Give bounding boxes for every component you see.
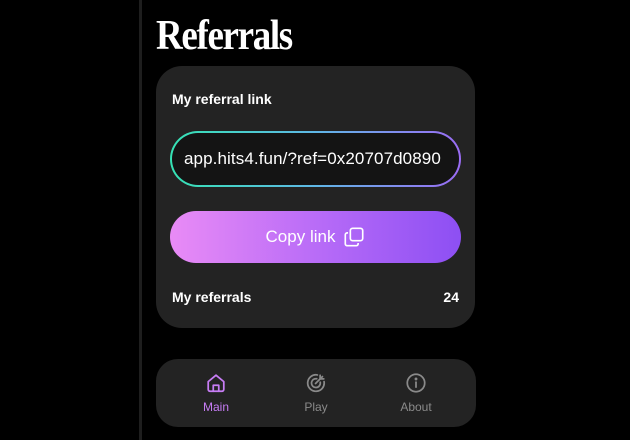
- referral-link-field[interactable]: app.hits4.fun/?ref=0x20707d0890: [172, 133, 459, 185]
- page-title: Referrals: [156, 13, 293, 59]
- copy-link-button[interactable]: Copy link: [170, 211, 461, 263]
- referral-link-field-border: app.hits4.fun/?ref=0x20707d0890: [170, 131, 461, 187]
- bottom-nav: Main Play About: [156, 359, 476, 427]
- left-divider: [139, 0, 142, 440]
- nav-label-about: About: [400, 400, 432, 414]
- target-icon: [306, 373, 326, 393]
- referrals-count-row: My referrals 24: [172, 289, 459, 305]
- copy-icon: [344, 227, 364, 247]
- nav-item-main[interactable]: Main: [171, 372, 261, 414]
- referrals-count: 24: [443, 289, 459, 305]
- referral-link-heading: My referral link: [172, 91, 272, 107]
- referrals-label: My referrals: [172, 289, 252, 305]
- nav-label-play: Play: [304, 400, 328, 414]
- nav-item-play[interactable]: Play: [271, 372, 361, 414]
- copy-link-label: Copy link: [265, 227, 336, 246]
- referral-card: My referral link app.hits4.fun/?ref=0x20…: [156, 66, 475, 328]
- info-icon: [406, 373, 426, 393]
- nav-item-about[interactable]: About: [371, 372, 461, 414]
- home-icon: [207, 374, 225, 393]
- referral-link-value[interactable]: app.hits4.fun/?ref=0x20707d0890: [184, 149, 441, 169]
- nav-label-main: Main: [202, 400, 229, 414]
